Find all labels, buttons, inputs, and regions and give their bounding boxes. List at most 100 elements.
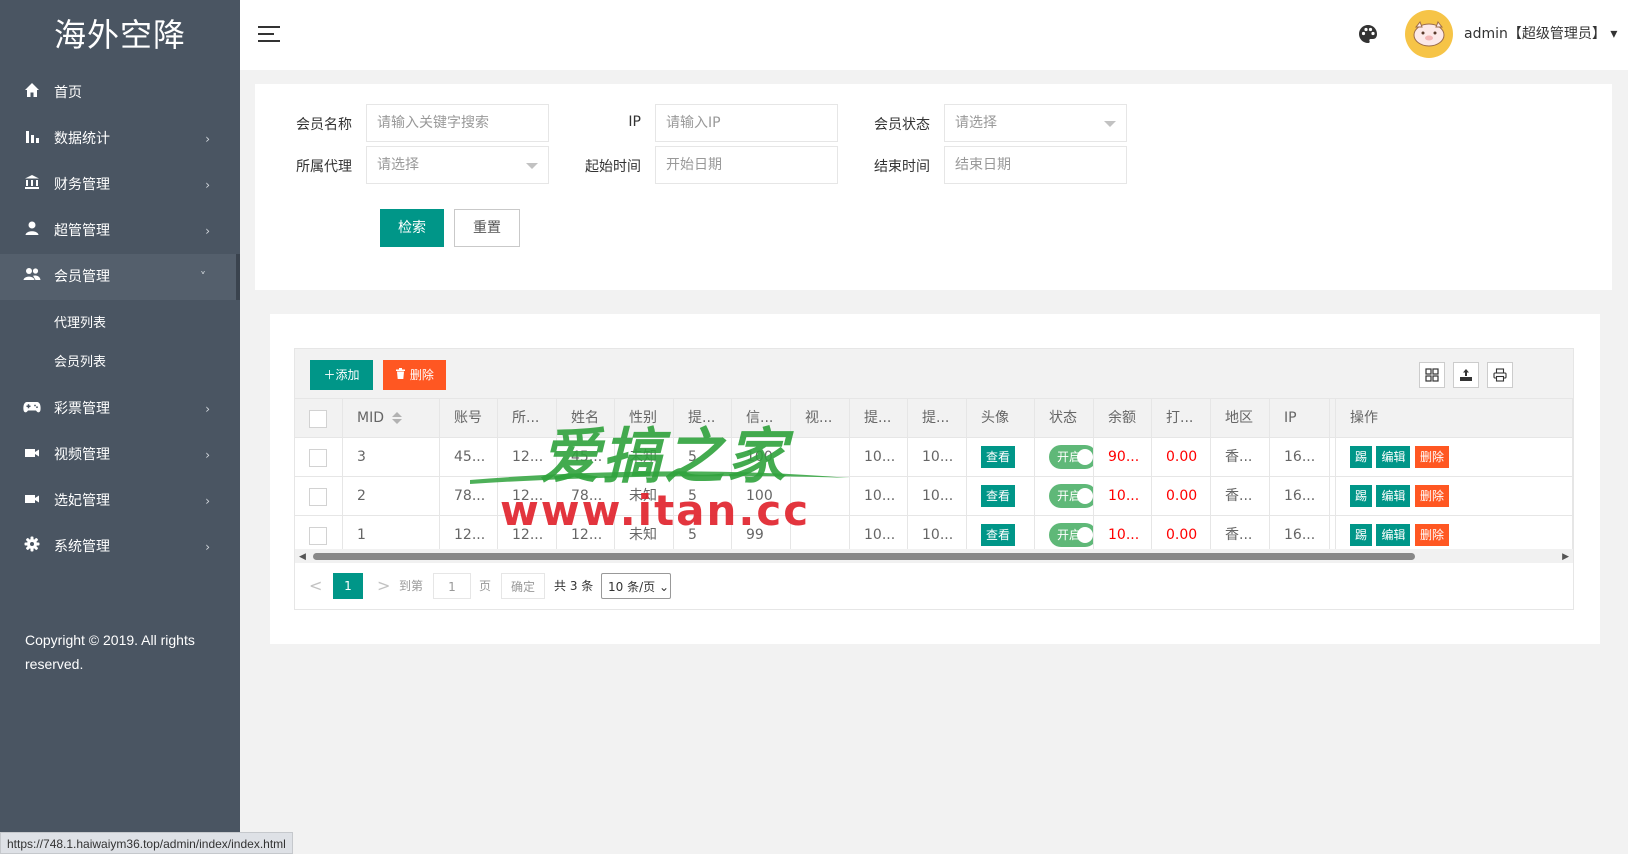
start-date-input[interactable]: 开始日期 (655, 146, 838, 184)
status-toggle[interactable]: 开启 (1049, 445, 1093, 469)
row-checkbox[interactable] (309, 488, 327, 506)
reset-button[interactable]: 重置 (454, 209, 520, 247)
sidebar-item-label: 财务管理 (54, 177, 110, 193)
search-button[interactable]: 检索 (380, 209, 444, 247)
batch-delete-button[interactable]: 删除 (383, 360, 446, 390)
kick-button[interactable]: 踢 (1350, 485, 1373, 507)
delete-button[interactable]: 删除 (1414, 524, 1449, 546)
cell-gender: 未知 (615, 438, 674, 477)
column-header: 姓名 (557, 399, 615, 438)
agent-label: 所属代理 (296, 159, 352, 175)
scrollbar-thumb[interactable] (313, 553, 1415, 560)
sidebar-item-stats[interactable]: 数据统计 › (0, 116, 240, 162)
cell-actions: 踢 编辑 删除 (1335, 438, 1573, 477)
cell-agent: 12... (498, 438, 557, 477)
sidebar-item-selection[interactable]: 选妃管理 › (0, 478, 240, 524)
ip-input[interactable]: 请输入IP (655, 104, 838, 142)
horizontal-scrollbar[interactable]: ◀ ▶ (295, 549, 1573, 563)
sidebar-item-home[interactable]: 首页 (0, 70, 240, 116)
gear-icon (22, 524, 42, 570)
table-header-row: MID 账号 所... 姓名 性别 提... 信... 视... 提... 提.… (295, 399, 1573, 438)
app-logo-title: 海外空降 (53, 16, 186, 54)
status-toggle[interactable]: 开启 (1049, 484, 1093, 508)
view-avatar-button[interactable]: 查看 (981, 485, 1016, 507)
sidebar-item-lottery[interactable]: 彩票管理 › (0, 386, 240, 432)
sidebar-item-finance[interactable]: 财务管理 › (0, 162, 240, 208)
gamepad-icon (22, 386, 42, 432)
scroll-left-icon[interactable]: ◀ (299, 552, 306, 562)
column-header-mid[interactable]: MID (343, 399, 440, 438)
row-checkbox[interactable] (309, 527, 327, 545)
avatar[interactable] (1405, 10, 1453, 58)
chevron-right-icon: › (205, 448, 210, 462)
total-count: 共 3 条 (554, 579, 594, 593)
select-all-checkbox[interactable] (309, 410, 327, 428)
print-icon[interactable] (1487, 362, 1513, 388)
table-row: 3 45... 12... 45... 未知 5 100 10... 10...… (295, 438, 1573, 477)
sidebar-item-label: 系统管理 (54, 539, 110, 555)
cell-status: 开启 (1035, 438, 1094, 477)
chevron-right-icon: › (205, 224, 210, 238)
kick-button[interactable]: 踢 (1350, 524, 1373, 546)
user-name-label: admin【超级管理员】 (1464, 26, 1606, 42)
view-avatar-button[interactable]: 查看 (981, 524, 1016, 546)
top-header: admin【超级管理员】 ▾ (240, 0, 1628, 70)
member-name-input[interactable]: 请输入关键字搜索 (366, 104, 549, 142)
palette-icon[interactable] (1358, 24, 1380, 46)
column-header: 所... (498, 399, 557, 438)
start-time-label: 起始时间 (585, 159, 641, 175)
column-header: 提... (850, 399, 908, 438)
data-table: ＋添加 删除 MID 账号 所... 姓名 性别 提... 信... 视... … (294, 348, 1574, 610)
page-1-button[interactable]: 1 (333, 573, 363, 599)
export-icon[interactable] (1453, 362, 1479, 388)
member-name-label: 会员名称 (296, 117, 352, 133)
cell-name: 78... (557, 477, 615, 516)
user-menu[interactable]: admin【超级管理员】 ▾ (1464, 0, 1617, 70)
cell-ip: 16... (1270, 438, 1330, 477)
sort-icon[interactable] (392, 412, 402, 424)
agent-select[interactable]: 请选择 (366, 146, 549, 184)
cell-avatar: 查看 (967, 477, 1035, 516)
edit-button[interactable]: 编辑 (1376, 485, 1411, 507)
chevron-right-icon: › (205, 540, 210, 554)
delete-button-label: 删除 (409, 368, 434, 382)
prev-page-icon[interactable]: < (309, 573, 322, 599)
edit-button[interactable]: 编辑 (1376, 524, 1411, 546)
goto-page-input[interactable]: 1 (433, 573, 471, 599)
page-size-select[interactable]: 10 条/页 ⌄ (601, 573, 671, 599)
sidebar-item-members[interactable]: 会员管理 ˅ (0, 254, 240, 300)
view-avatar-button[interactable]: 查看 (981, 446, 1016, 468)
sidebar-item-label: 数据统计 (54, 131, 110, 147)
sidebar-item-system[interactable]: 系统管理 › (0, 524, 240, 570)
edit-button[interactable]: 编辑 (1376, 446, 1411, 468)
column-header: IP (1270, 399, 1330, 438)
page-scrollbar[interactable] (1612, 70, 1628, 854)
home-icon (22, 70, 42, 116)
sidebar-subitem-member-list[interactable]: 会员列表 (0, 343, 240, 382)
columns-filter-icon[interactable] (1419, 362, 1445, 388)
kick-button[interactable]: 踢 (1350, 446, 1373, 468)
add-button[interactable]: ＋添加 (310, 360, 373, 390)
next-page-icon[interactable]: > (377, 573, 390, 599)
column-header: 操作 (1335, 399, 1573, 438)
cell-balance: 10... (1094, 477, 1152, 516)
select-arrow-icon (526, 163, 538, 169)
sidebar-subitem-agent-list[interactable]: 代理列表 (0, 304, 240, 343)
delete-button[interactable]: 删除 (1414, 485, 1449, 507)
cell-agent: 12... (498, 477, 557, 516)
status-toggle[interactable]: 开启 (1049, 523, 1093, 547)
video-icon (22, 432, 42, 478)
scroll-right-icon[interactable]: ▶ (1562, 552, 1569, 562)
goto-confirm-button[interactable]: 确定 (501, 573, 545, 599)
row-checkbox[interactable] (309, 449, 327, 467)
end-date-input[interactable]: 结束日期 (944, 146, 1127, 184)
browser-status-url: https://748.1.haiwaiym36.top/admin/index… (0, 832, 293, 854)
cell-mid: 2 (343, 477, 440, 516)
sidebar-item-admins[interactable]: 超管管理 › (0, 208, 240, 254)
menu-toggle-icon[interactable] (258, 26, 280, 44)
member-status-label: 会员状态 (874, 117, 930, 133)
sidebar-item-label: 会员管理 (54, 269, 110, 285)
sidebar-item-videos[interactable]: 视频管理 › (0, 432, 240, 478)
delete-button[interactable]: 删除 (1414, 446, 1449, 468)
member-status-select[interactable]: 请选择 (944, 104, 1127, 142)
